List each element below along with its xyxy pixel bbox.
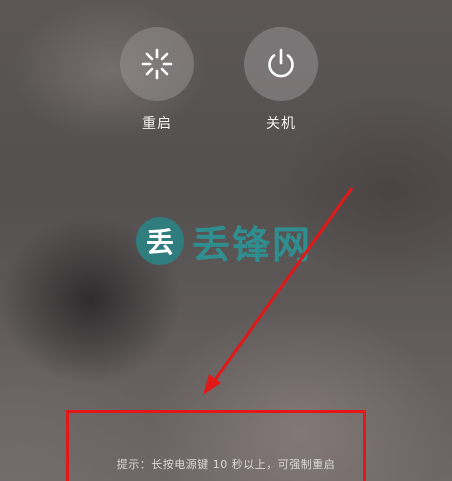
watermark-text: 丢锋网 [192, 222, 313, 267]
shutdown-button[interactable]: 关机 [243, 27, 319, 133]
power-icon [268, 48, 294, 78]
restart-icon [141, 48, 173, 80]
force-restart-hint: 提示：长按电源键 10 秒以上，可强制重启 [116, 458, 336, 471]
restart-circle[interactable] [120, 27, 194, 101]
shutdown-circle[interactable] [244, 27, 318, 101]
restart-label: 重启 [142, 116, 172, 132]
watermark-logo: 丢 丢锋网 [136, 216, 313, 267]
watermark-logo-icon: 丢 [136, 217, 184, 265]
restart-button[interactable]: 重启 [119, 27, 195, 133]
power-menu-screen: 重启 关机 丢 丢锋网 提示：长按电源键 10 秒以上，可强制重启 [0, 0, 452, 481]
shutdown-label: 关机 [266, 116, 296, 132]
